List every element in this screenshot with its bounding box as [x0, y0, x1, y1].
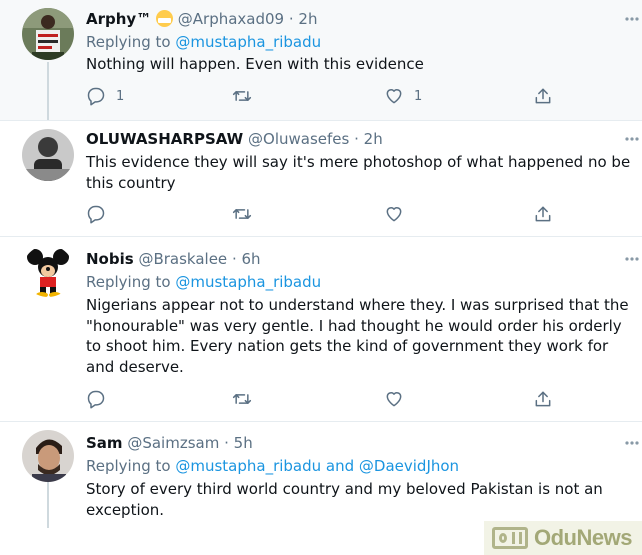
tweet-header: Arphy™ @Arphaxad09 · 2h — [86, 10, 317, 28]
user-handle[interactable]: @Saimzsam — [127, 434, 219, 452]
display-name[interactable]: Nobis — [86, 250, 134, 268]
timestamp[interactable]: · 2h — [354, 130, 383, 148]
retweet-icon — [232, 91, 252, 101]
more-icon[interactable] — [624, 136, 640, 142]
share-icon — [535, 206, 551, 222]
retweet-icon — [232, 209, 252, 219]
avatar[interactable] — [22, 245, 74, 297]
reply-button[interactable] — [86, 204, 106, 224]
tweet-header: OLUWASHARPSAW @Oluwasefes · 2h — [86, 130, 383, 148]
timestamp[interactable]: · 6h — [232, 250, 261, 268]
reply-icon — [87, 87, 105, 106]
user-handle[interactable]: @Arphaxad09 — [178, 10, 284, 28]
tweet-2[interactable]: OLUWASHARPSAW @Oluwasefes · 2h This evid… — [0, 121, 642, 236]
reply-to-link[interactable]: @mustapha_ribadu and @DaevidJhon — [175, 457, 459, 475]
timestamp[interactable]: · 2h — [289, 10, 318, 28]
replying-to-label: Replying to — [86, 273, 176, 291]
like-icon — [386, 89, 402, 104]
tweet-text: This evidence they will say it's mere ph… — [86, 153, 631, 192]
tweet-3[interactable]: Nobis @Braskalee · 6h Replying to @musta… — [0, 237, 642, 421]
tweet-text: Story of every third world country and m… — [86, 480, 603, 519]
retweet-button[interactable] — [232, 389, 252, 409]
reply-count: 1 — [116, 88, 125, 104]
like-icon — [386, 392, 402, 407]
display-name[interactable]: Arphy™ — [86, 10, 151, 28]
retweet-button[interactable] — [232, 204, 252, 224]
more-icon[interactable] — [624, 16, 640, 22]
user-handle[interactable]: @Braskalee — [138, 250, 227, 268]
replying-to: Replying to @mustapha_ribadu — [86, 272, 321, 292]
reply-to-link[interactable]: @mustapha_ribadu — [175, 33, 321, 51]
like-icon — [386, 207, 402, 222]
tweet-header: Nobis @Braskalee · 6h — [86, 250, 261, 268]
like-button[interactable]: 1 — [384, 86, 422, 106]
reply-icon — [87, 390, 105, 409]
avatar[interactable] — [22, 129, 74, 181]
face-mask-emoji-icon — [155, 10, 173, 27]
watermark-text: OduNews — [534, 525, 632, 550]
like-button[interactable] — [384, 204, 404, 224]
replying-to: Replying to @mustapha_ribadu and @Daevid… — [86, 456, 459, 476]
share-button[interactable] — [533, 204, 553, 224]
thread-line — [47, 62, 49, 120]
reply-to-link[interactable]: @mustapha_ribadu — [175, 273, 321, 291]
display-name[interactable]: OLUWASHARPSAW — [86, 130, 243, 148]
more-icon[interactable] — [624, 440, 640, 446]
reply-button[interactable]: 1 — [86, 86, 124, 106]
replying-to-label: Replying to — [86, 33, 176, 51]
replying-to-label: Replying to — [86, 457, 176, 475]
timestamp[interactable]: · 5h — [224, 434, 253, 452]
odunews-logo-icon — [492, 527, 528, 549]
avatar[interactable] — [22, 8, 74, 60]
more-icon[interactable] — [624, 256, 640, 262]
retweet-icon — [232, 394, 252, 404]
share-button[interactable] — [533, 86, 553, 106]
avatar[interactable] — [22, 430, 74, 482]
display-name[interactable]: Sam — [86, 434, 123, 452]
tweet-text: Nothing will happen. Even with this evid… — [86, 55, 424, 73]
reply-icon — [87, 205, 105, 224]
reply-button[interactable] — [86, 389, 106, 409]
retweet-button[interactable] — [232, 86, 252, 106]
share-icon — [535, 391, 551, 407]
like-count: 1 — [414, 88, 423, 104]
watermark: OduNews — [484, 521, 642, 555]
user-handle[interactable]: @Oluwasefes — [248, 130, 349, 148]
replying-to: Replying to @mustapha_ribadu — [86, 32, 321, 52]
share-button[interactable] — [533, 389, 553, 409]
tweet-header: Sam @Saimzsam · 5h — [86, 434, 253, 452]
tweet-text: Nigerians appear not to understand where… — [86, 296, 629, 376]
tweet-1[interactable]: Arphy™ @Arphaxad09 · 2h Replying to @mus… — [0, 0, 642, 120]
like-button[interactable] — [384, 389, 404, 409]
share-icon — [535, 88, 551, 104]
thread-line — [47, 482, 49, 528]
